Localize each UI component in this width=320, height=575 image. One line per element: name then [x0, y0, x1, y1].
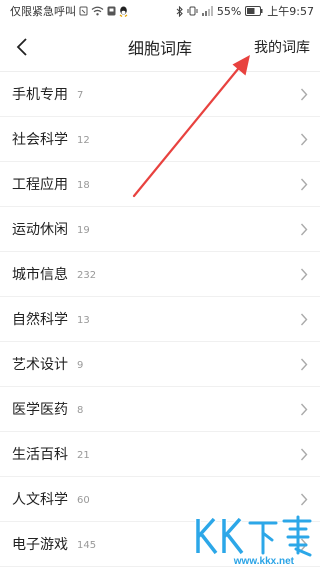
chevron-right-icon — [300, 88, 308, 101]
qq-icon — [119, 6, 128, 17]
chevron-right-icon — [300, 403, 308, 416]
category-count: 19 — [77, 224, 90, 236]
category-count: 12 — [77, 134, 90, 146]
category-label: 电子游戏 — [12, 537, 68, 553]
carrier-text: 仅限紧急呼叫 — [10, 5, 76, 18]
category-count: 145 — [77, 539, 97, 551]
category-label: 医学医药 — [12, 402, 68, 418]
category-row[interactable]: 工程应用 18 — [0, 162, 320, 207]
status-right: 55% 上午9:57 — [176, 3, 314, 19]
category-label: 工程应用 — [12, 177, 68, 193]
battery-icon — [245, 6, 263, 16]
bluetooth-icon — [176, 5, 183, 17]
category-label: 自然科学 — [12, 312, 68, 328]
category-list: 手机专用 7 社会科学 12 工程应用 18 运动休闲 19 城市信息 232 自然科学 13 艺术设计… — [0, 72, 320, 567]
category-row[interactable]: 城市信息 232 — [0, 252, 320, 297]
category-count: 7 — [77, 89, 84, 101]
category-label: 人文科学 — [12, 492, 68, 508]
notification-badge-icon — [107, 6, 116, 16]
category-count: 8 — [77, 404, 84, 416]
back-button[interactable] — [8, 33, 36, 61]
vibrate-icon — [187, 6, 198, 16]
category-label: 城市信息 — [12, 267, 68, 283]
category-count: 13 — [77, 314, 90, 326]
chevron-right-icon — [300, 178, 308, 191]
category-count: 60 — [77, 494, 90, 506]
category-label: 社会科学 — [12, 132, 68, 148]
category-row[interactable]: 艺术设计 9 — [0, 342, 320, 387]
chevron-left-icon — [16, 38, 27, 56]
category-label: 运动休闲 — [12, 222, 68, 238]
category-row[interactable]: 社会科学 12 — [0, 117, 320, 162]
category-row[interactable]: 人文科学 60 — [0, 477, 320, 522]
category-row[interactable]: 医学医药 8 — [0, 387, 320, 432]
signal-icon — [201, 6, 213, 16]
wifi-icon — [91, 6, 104, 16]
chevron-right-icon — [300, 448, 308, 461]
category-count: 18 — [77, 179, 90, 191]
category-row[interactable]: 自然科学 13 — [0, 297, 320, 342]
sim-icon — [79, 6, 88, 16]
my-lexicon-link[interactable]: 我的词库 — [254, 37, 310, 57]
chevron-right-icon — [300, 358, 308, 371]
category-count: 21 — [77, 449, 90, 461]
chevron-right-icon — [300, 313, 308, 326]
category-row[interactable]: 运动休闲 19 — [0, 207, 320, 252]
category-label: 艺术设计 — [12, 357, 68, 373]
battery-percent: 55% — [216, 4, 242, 18]
category-row[interactable]: 手机专用 7 — [0, 72, 320, 117]
chevron-right-icon — [300, 133, 308, 146]
category-label: 生活百科 — [12, 447, 68, 463]
category-row[interactable]: 生活百科 21 — [0, 432, 320, 477]
chevron-right-icon — [300, 223, 308, 236]
category-row[interactable]: 电子游戏 145 — [0, 522, 320, 567]
title-bar: 细胞词库 我的词库 — [0, 22, 320, 72]
status-bar: 仅限紧急呼叫 55% 上午9:57 — [0, 0, 320, 22]
clock: 上午9:57 — [267, 5, 314, 18]
chevron-right-icon — [300, 268, 308, 281]
chevron-right-icon — [300, 493, 308, 506]
category-count: 9 — [77, 359, 84, 371]
status-left: 仅限紧急呼叫 — [10, 3, 128, 19]
category-label: 手机专用 — [12, 87, 68, 103]
chevron-right-icon — [300, 538, 308, 551]
category-count: 232 — [77, 269, 97, 281]
